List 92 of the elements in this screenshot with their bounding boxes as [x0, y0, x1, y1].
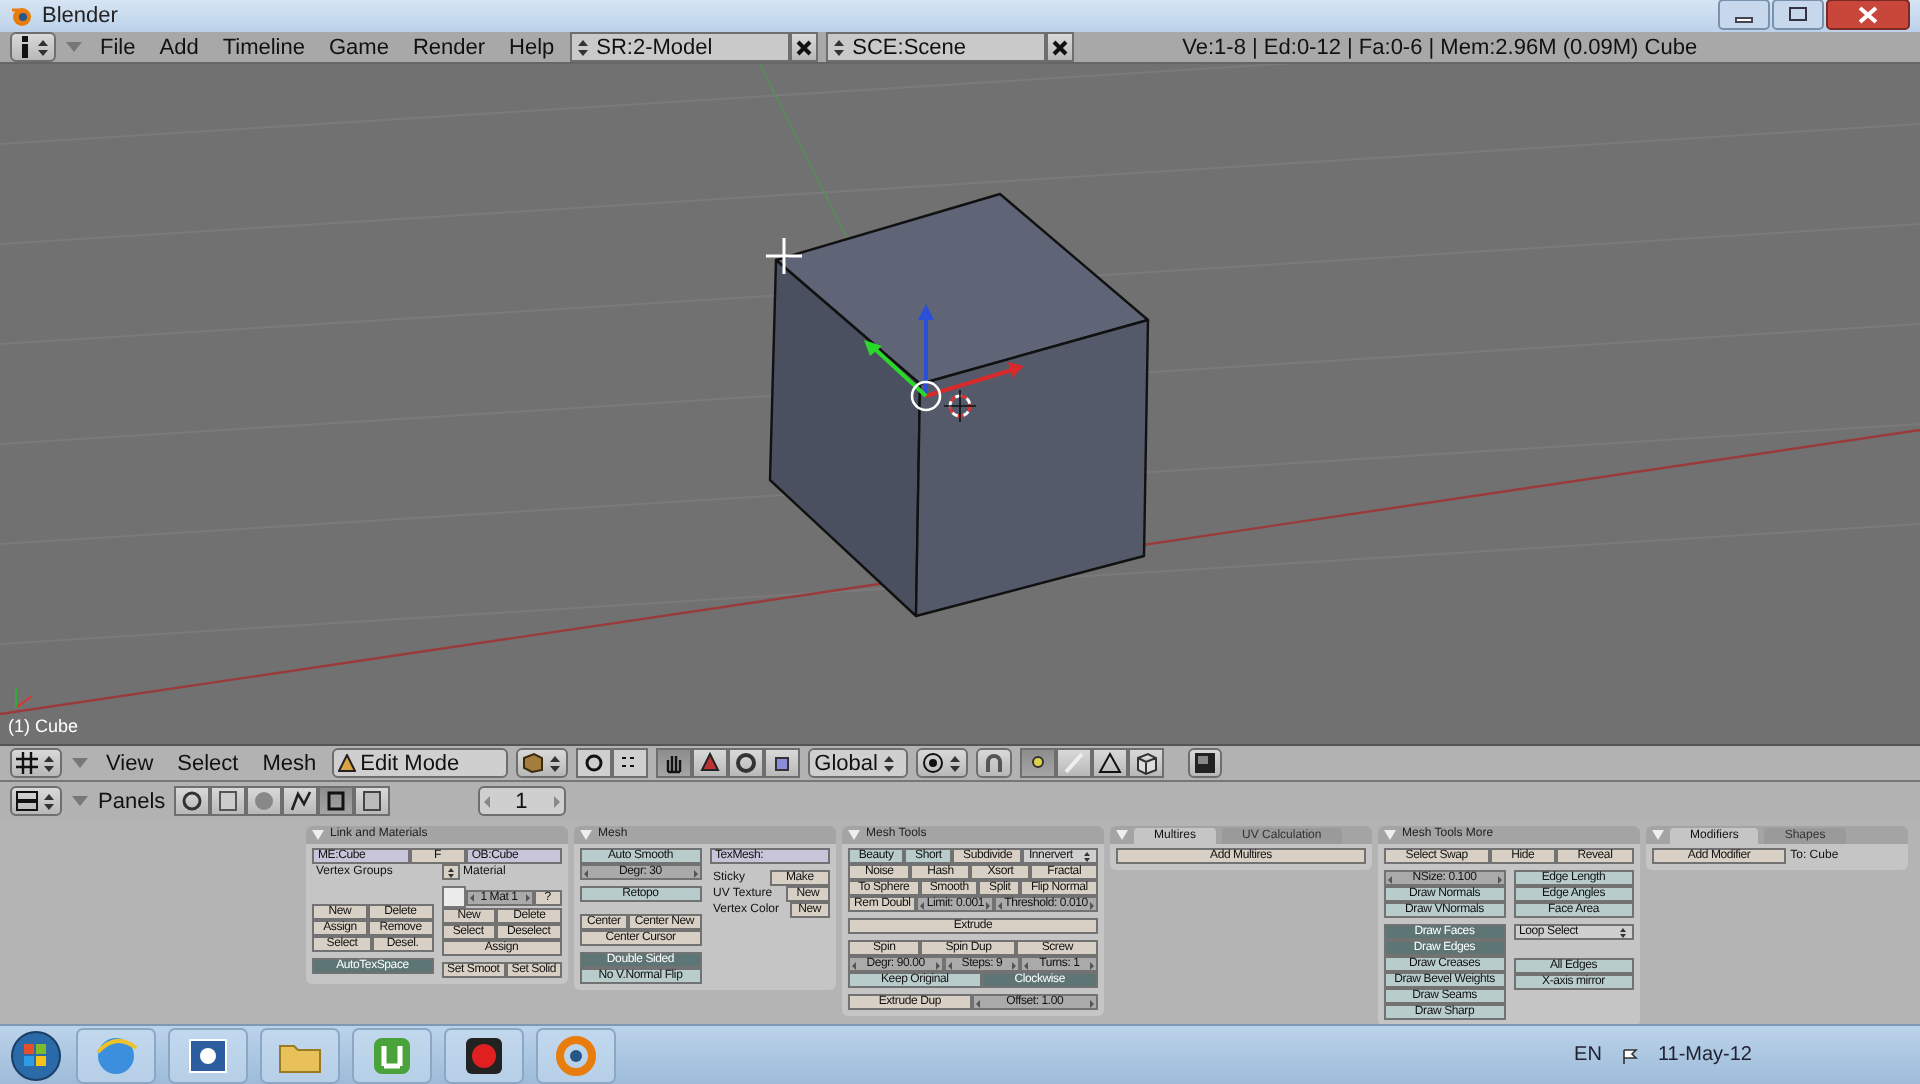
- render-button[interactable]: [1188, 748, 1223, 778]
- pivot-menu-button[interactable]: [612, 748, 649, 778]
- ring-icon[interactable]: [536, 1027, 616, 1083]
- draw-type-button[interactable]: [516, 748, 569, 778]
- date-text: 11-May-12: [1657, 1044, 1752, 1066]
- scene-dropdown[interactable]: SCE:Scene: [826, 32, 1047, 62]
- caret-icon: [445, 865, 455, 879]
- sphere-icon: [251, 788, 276, 814]
- minimize-button[interactable]: [1718, 0, 1770, 30]
- face-icon: [1098, 750, 1123, 776]
- close-icon: [796, 39, 813, 55]
- close-icon: [1052, 39, 1069, 55]
- edge-icon: [1062, 750, 1087, 776]
- crosshair-cursor-icon: [764, 236, 804, 276]
- triangle-icon: [698, 750, 723, 776]
- menu-item[interactable]: Mesh: [254, 751, 325, 775]
- delete-button[interactable]: [1046, 32, 1075, 62]
- maximize-button[interactable]: [1772, 0, 1824, 30]
- scene-stats: Ve:1-8 | Ed:0-12 | Fa:0-6 | Mem:2.96M (0.09M) Cube: [1182, 35, 1698, 59]
- transform-tool-button[interactable]: [728, 748, 765, 778]
- menu-item[interactable]: View: [98, 751, 162, 775]
- material-preview: [441, 886, 465, 908]
- folder-icon[interactable]: [260, 1027, 340, 1083]
- app-logo-icon: [10, 4, 34, 28]
- target-icon: [922, 752, 945, 774]
- context-tab[interactable]: [209, 786, 246, 816]
- object-label: (1) Cube: [8, 716, 79, 736]
- screen-dropdown[interactable]: SR:2-Model: [570, 32, 791, 62]
- context-tab[interactable]: [173, 786, 210, 816]
- info-icon: [16, 36, 32, 58]
- caret-icon: [948, 753, 963, 773]
- start-button[interactable]: [8, 1027, 64, 1083]
- caret-icon: [1618, 925, 1628, 939]
- menu-item[interactable]: Add: [151, 35, 207, 59]
- ring-icon: [734, 750, 759, 776]
- flag-icon[interactable]: [1621, 1047, 1638, 1063]
- snap-button[interactable]: [976, 748, 1013, 778]
- context-tab[interactable]: [281, 786, 318, 816]
- menu-item[interactable]: Select: [169, 751, 247, 775]
- caret-icon: [832, 37, 847, 57]
- grid-icon: [16, 752, 38, 774]
- window-icon[interactable]: [168, 1027, 248, 1083]
- square-outline-icon: [323, 788, 348, 814]
- delete-button[interactable]: [790, 32, 819, 62]
- caret-icon: [36, 37, 50, 57]
- mode-dropdown[interactable]: Edit Mode: [332, 748, 509, 778]
- menu-item[interactable]: Game: [320, 35, 397, 59]
- mesh-triangle-icon: [338, 754, 357, 772]
- transform-tool-button[interactable]: [692, 748, 729, 778]
- menu-item[interactable]: Render: [404, 35, 494, 59]
- caret-icon: [548, 753, 563, 773]
- menu-button[interactable]: [441, 864, 459, 880]
- orientation-dropdown[interactable]: Global: [808, 748, 909, 778]
- context-tab[interactable]: [353, 786, 390, 816]
- cube-outline-icon: [1134, 750, 1159, 776]
- window-type-button[interactable]: [10, 748, 62, 778]
- render-icon: [1194, 752, 1217, 774]
- frame-field[interactable]: 1: [477, 786, 566, 816]
- record-icon[interactable]: [444, 1027, 524, 1083]
- select-mode-button[interactable]: [1020, 748, 1057, 778]
- torrent-icon[interactable]: [352, 1027, 432, 1083]
- pivot-button[interactable]: [576, 748, 613, 778]
- context-tab[interactable]: [317, 786, 354, 816]
- image-icon: [359, 788, 384, 814]
- caret-icon: [42, 791, 56, 811]
- menu-item[interactable]: File: [92, 35, 144, 59]
- transform-tool-button[interactable]: [764, 748, 801, 778]
- caret-icon: [576, 37, 591, 57]
- ring-icon: [179, 788, 204, 814]
- menu-item[interactable]: Timeline: [214, 35, 313, 59]
- occlude-button[interactable]: [1128, 748, 1165, 778]
- hand-icon: [662, 750, 687, 776]
- caret-icon: [42, 753, 56, 773]
- caret-icon: [1082, 849, 1093, 863]
- menu-item[interactable]: Help: [501, 35, 563, 59]
- select-mode-button[interactable]: [1092, 748, 1129, 778]
- caret-icon: [881, 753, 896, 773]
- axis-gizmo-icon: [15, 687, 33, 709]
- cube-icon: [522, 752, 545, 774]
- window-title: Blender: [42, 4, 118, 28]
- magnet-icon: [982, 751, 1007, 775]
- close-button[interactable]: [1826, 0, 1910, 30]
- panels-label: Panels: [98, 789, 166, 813]
- zigzag-icon: [287, 788, 312, 814]
- window-type-button[interactable]: [10, 32, 56, 62]
- stack-icon: [16, 790, 38, 812]
- 3d-cursor-icon: [943, 389, 977, 423]
- transform-tool-button[interactable]: [656, 748, 693, 778]
- language-indicator[interactable]: EN: [1574, 1044, 1602, 1066]
- proportional-edit-button[interactable]: [916, 748, 969, 778]
- window-type-button[interactable]: [10, 786, 62, 816]
- grid-square-icon: [215, 788, 240, 814]
